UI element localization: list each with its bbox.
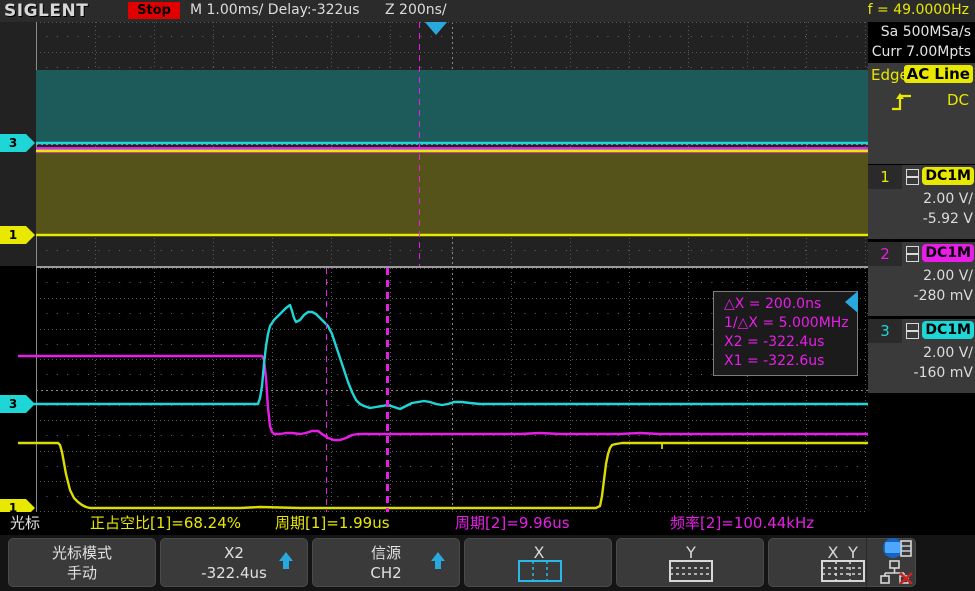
- bottom-menu-bar: 光标模式 手动 X2 -322.4us 信源 CH2 X: [0, 535, 975, 591]
- up-arrow-icon[interactable]: [279, 552, 293, 561]
- cursor-box-handle-icon[interactable]: [845, 291, 858, 313]
- channel-1-number[interactable]: 1: [868, 165, 902, 189]
- channel-3-number[interactable]: 3: [868, 319, 902, 343]
- channel-2-offset[interactable]: -280 mV: [870, 286, 973, 306]
- right-sidebar: Sa 500MSa/s Curr 7.00Mpts Edge AC Line D…: [868, 22, 975, 512]
- measurement-item[interactable]: 频率[2]=100.44kHz: [670, 514, 814, 533]
- lan-disconnected-icon[interactable]: [880, 560, 918, 588]
- memory-depth-readout: Curr 7.00Mpts: [868, 42, 971, 62]
- sample-rate-readout: Sa 500MSa/s: [868, 22, 971, 42]
- trigger-coupling-label[interactable]: DC: [947, 91, 969, 109]
- channel-2-coupling[interactable]: DC1M: [922, 244, 974, 262]
- cursor-x-icon: X: [465, 544, 611, 584]
- cursor-x2-line[interactable]: [386, 268, 389, 512]
- channel-1-coupling[interactable]: DC1M: [922, 167, 974, 185]
- svg-text:Y: Y: [685, 544, 696, 562]
- channel-1-offset[interactable]: -5.92 V: [870, 209, 973, 229]
- channel-3-panel[interactable]: 3 DC1M 2.00 V/ -160 mV: [868, 319, 975, 393]
- trigger-source-label[interactable]: AC Line: [904, 65, 973, 83]
- cursor-readout-box[interactable]: △X = 200.0ns 1/△X = 5.000MHz X2 = -322.4…: [713, 291, 858, 376]
- cursor-y-type-button[interactable]: Y: [616, 538, 764, 587]
- cursor-x1-line[interactable]: [326, 268, 327, 512]
- up-arrow-icon[interactable]: [431, 552, 445, 561]
- top-status-bar: SIGLENT Stop M 1.00ms/ Delay:-322us Z 20…: [0, 0, 975, 22]
- cursor-y-icon: Y: [617, 544, 763, 584]
- channel-1-panel[interactable]: 1 DC1M 2.00 V/ -5.92 V: [868, 165, 975, 239]
- run-stop-status[interactable]: Stop: [128, 2, 180, 19]
- svg-text:X: X: [828, 544, 839, 562]
- brand-logo: SIGLENT: [4, 1, 88, 21]
- svg-text:X: X: [534, 544, 545, 562]
- channel-3-coupling[interactable]: DC1M: [922, 321, 974, 339]
- cursor-delta-x: △X = 200.0ns: [724, 295, 849, 314]
- cursor-x-type-button[interactable]: X: [464, 538, 612, 587]
- measurement-group-label: 光标: [10, 514, 40, 533]
- cursor-x2-value: X2 = -322.4us: [724, 333, 849, 352]
- sidebar-spacer: [868, 127, 975, 164]
- ch3-ground-marker[interactable]: 3: [0, 134, 26, 152]
- cursor-x1-value: X1 = -322.6us: [724, 352, 849, 371]
- waveform-display[interactable]: 3 1: [0, 22, 868, 512]
- acquisition-info: Sa 500MSa/s Curr 7.00Mpts: [868, 22, 975, 63]
- measurement-strip: 光标 正占空比[1]=68.24% 周期[1]=1.99us 周期[2]=9.9…: [0, 512, 975, 535]
- main-panel-traces: [0, 22, 868, 266]
- cursor-mode-value: 手动: [9, 563, 155, 583]
- cursor-source-button[interactable]: 信源 CH2: [312, 538, 460, 587]
- measurement-item[interactable]: 周期[1]=1.99us: [275, 514, 390, 533]
- cursor-inv-delta-x: 1/△X = 5.000MHz: [724, 314, 849, 333]
- channel-3-offset[interactable]: -160 mV: [870, 363, 973, 383]
- bandwidth-icon: [906, 169, 919, 185]
- ch1-zoom-ground-marker[interactable]: 1: [0, 499, 26, 512]
- trigger-position-marker[interactable]: [424, 22, 448, 35]
- channel-2-number[interactable]: 2: [868, 242, 902, 266]
- channel-1-volts-div[interactable]: 2.00 V/: [870, 189, 973, 209]
- main-timebase-panel: 3 1: [0, 22, 868, 266]
- bandwidth-icon: [906, 246, 919, 262]
- channel-2-volts-div[interactable]: 2.00 V/: [870, 266, 973, 286]
- cursor-mode-button[interactable]: 光标模式 手动: [8, 538, 156, 587]
- main-cursor-line[interactable]: [419, 22, 420, 266]
- oscilloscope-screen: SIGLENT Stop M 1.00ms/ Delay:-322us Z 20…: [0, 0, 975, 591]
- zoom-timebase-readout[interactable]: Z 200ns/: [385, 2, 447, 19]
- measurement-item[interactable]: 周期[2]=9.96us: [455, 514, 570, 533]
- channel-2-panel[interactable]: 2 DC1M 2.00 V/ -280 mV: [868, 242, 975, 316]
- rising-edge-icon: [890, 91, 914, 117]
- ch3-zoom-ground-marker[interactable]: 3: [0, 395, 26, 413]
- cursor-x2-button[interactable]: X2 -322.4us: [160, 538, 308, 587]
- ch1-ground-marker[interactable]: 1: [0, 226, 26, 244]
- frequency-counter: f = 49.0000Hz: [868, 2, 969, 19]
- system-status-icons: [870, 538, 970, 587]
- measurement-item[interactable]: 正占空比[1]=68.24%: [90, 514, 241, 533]
- cursor-mode-label: 光标模式: [9, 543, 155, 563]
- timebase-readout[interactable]: M 1.00ms/ Delay:-322us: [190, 2, 360, 19]
- trigger-panel[interactable]: Edge AC Line DC: [868, 63, 975, 127]
- svg-text:Y: Y: [847, 544, 858, 562]
- bandwidth-icon: [906, 323, 919, 339]
- channel-3-volts-div[interactable]: 2.00 V/: [870, 343, 973, 363]
